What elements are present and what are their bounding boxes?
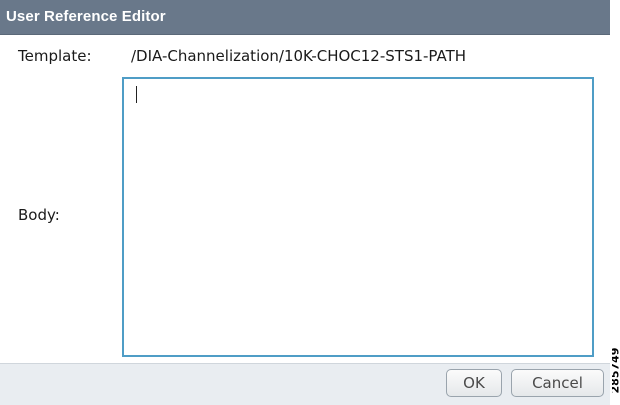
dialog-footer: OK Cancel xyxy=(0,363,610,405)
ok-button[interactable]: OK xyxy=(446,369,502,397)
user-reference-editor-dialog: User Reference Editor Template: /DIA-Cha… xyxy=(0,0,610,405)
template-value: /DIA-Channelization/10K-CHOC12-STS1-PATH xyxy=(131,47,467,65)
dialog-titlebar: User Reference Editor xyxy=(0,0,610,35)
dialog-title: User Reference Editor xyxy=(6,8,166,25)
text-caret xyxy=(136,86,137,103)
figure-id-watermark: 285749 xyxy=(612,334,620,404)
figure-id-text: 285749 xyxy=(612,347,620,394)
cancel-button[interactable]: Cancel xyxy=(511,369,604,397)
body-label: Body: xyxy=(18,206,60,224)
template-label: Template: xyxy=(18,47,92,65)
body-textarea[interactable] xyxy=(122,77,594,357)
